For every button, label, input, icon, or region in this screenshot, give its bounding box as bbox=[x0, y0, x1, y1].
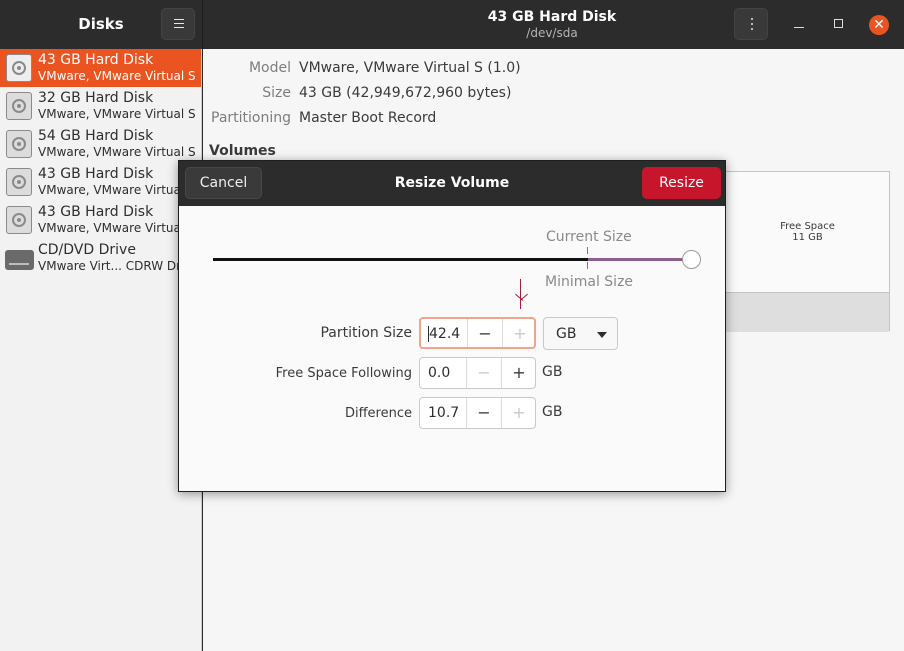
minimal-size-label: Minimal Size bbox=[545, 274, 634, 290]
free-space-segment[interactable]: Free Space 11 GB bbox=[725, 171, 890, 332]
decrease-button[interactable]: − bbox=[466, 398, 501, 428]
minimize-button[interactable] bbox=[790, 15, 808, 33]
drive-item[interactable]: 32 GB Hard Disk VMware, VMware Virtual S bbox=[0, 87, 201, 125]
drive-model: VMware Virt... CDRW Drive bbox=[38, 259, 199, 273]
current-size-tick bbox=[587, 247, 588, 254]
app-menu-button[interactable] bbox=[161, 8, 195, 40]
header-bar: Disks 43 GB Hard Disk /dev/sda ✕ bbox=[0, 0, 904, 49]
hamburger-icon-line bbox=[174, 23, 184, 24]
dialog-header: Cancel Resize Volume Resize bbox=[179, 161, 725, 206]
drive-model: VMware, VMware Virtual S bbox=[38, 145, 196, 159]
volumes-title: Volumes bbox=[209, 143, 276, 159]
drive-model: VMware, VMware Virtual S bbox=[38, 107, 196, 121]
unit-dropdown[interactable]: GB bbox=[543, 317, 618, 350]
optical-drive-icon bbox=[5, 250, 34, 270]
difference-label: Difference bbox=[344, 406, 412, 421]
model-label: Model bbox=[248, 60, 291, 76]
size-slider-fill bbox=[213, 258, 589, 261]
partition-size-label: Partition Size bbox=[320, 325, 412, 341]
free-space-following-spinbutton[interactable]: 0.0 − + bbox=[419, 357, 536, 389]
minimal-size-tick bbox=[587, 262, 588, 269]
drive-name: 43 GB Hard Disk bbox=[38, 52, 154, 68]
size-label: Size bbox=[262, 85, 291, 101]
current-size-label: Current Size bbox=[546, 229, 632, 245]
dialog-title: Resize Volume bbox=[394, 175, 510, 191]
hard-disk-icon bbox=[6, 130, 32, 158]
drive-model: VMware, VMware Virtual S bbox=[38, 69, 196, 83]
drive-name: 43 GB Hard Disk bbox=[38, 166, 154, 182]
down-arrow-icon bbox=[520, 279, 521, 309]
drive-item[interactable]: 43 GB Hard Disk VMware, VMware Virtual S bbox=[0, 49, 201, 87]
dropdown-arrow-icon bbox=[597, 332, 607, 338]
drive-item[interactable]: 54 GB Hard Disk VMware, VMware Virtual S bbox=[0, 125, 201, 163]
hard-disk-icon bbox=[6, 92, 32, 120]
window-subtitle: /dev/sda bbox=[526, 26, 578, 40]
partition-size-spinbutton[interactable]: 42.4 − + bbox=[419, 317, 536, 349]
increase-button[interactable]: + bbox=[501, 358, 536, 388]
maximize-icon bbox=[834, 19, 843, 28]
drive-model: VMware, VMware Virtual S bbox=[38, 221, 196, 235]
drive-list: 43 GB Hard Disk VMware, VMware Virtual S… bbox=[0, 49, 202, 651]
drive-model: VMware, VMware Virtual S bbox=[38, 183, 196, 197]
difference-unit: GB bbox=[542, 404, 563, 420]
unit-selected: GB bbox=[556, 326, 577, 342]
hamburger-icon-line bbox=[174, 27, 184, 28]
hard-disk-icon bbox=[6, 168, 32, 196]
resize-volume-dialog: Cancel Resize Volume Resize Current Size… bbox=[178, 160, 726, 492]
difference-input[interactable]: 10.7 bbox=[428, 405, 459, 421]
size-slider[interactable] bbox=[213, 258, 691, 261]
free-space-following-label: Free Space Following bbox=[275, 366, 412, 381]
decrease-button[interactable]: − bbox=[467, 319, 502, 347]
size-value: 43 GB (42,949,672,960 bytes) bbox=[299, 85, 512, 101]
hard-disk-icon bbox=[6, 54, 32, 82]
resize-button[interactable]: Resize bbox=[642, 167, 721, 199]
cancel-button[interactable]: Cancel bbox=[185, 167, 262, 199]
minimize-icon bbox=[794, 27, 804, 28]
free-space-unit: GB bbox=[542, 364, 563, 380]
drive-item[interactable]: 43 GB Hard Disk VMware, VMware Virtual S bbox=[0, 201, 201, 239]
hard-disk-icon bbox=[6, 206, 32, 234]
partition-size-input[interactable]: 42.4 bbox=[429, 326, 460, 342]
kebab-icon-dot bbox=[751, 23, 753, 25]
maximize-button[interactable] bbox=[830, 15, 848, 33]
drive-item[interactable]: 43 GB Hard Disk VMware, VMware Virtual S bbox=[0, 163, 201, 201]
window-title-block: 43 GB Hard Disk /dev/sda bbox=[430, 9, 674, 40]
hamburger-icon bbox=[174, 19, 184, 20]
partitioning-value: Master Boot Record bbox=[299, 110, 437, 126]
model-value: VMware, VMware Virtual S (1.0) bbox=[299, 60, 521, 76]
window-title: 43 GB Hard Disk bbox=[487, 9, 617, 25]
drive-options-button[interactable] bbox=[734, 8, 768, 40]
close-button[interactable]: ✕ bbox=[869, 15, 889, 35]
difference-spinbutton[interactable]: 10.7 − + bbox=[419, 397, 536, 429]
free-space-following-input[interactable]: 0.0 bbox=[428, 365, 450, 381]
kebab-icon bbox=[751, 18, 753, 20]
kebab-icon-dot bbox=[751, 28, 753, 30]
volume-bar bbox=[726, 292, 889, 332]
free-space-size: 11 GB bbox=[792, 232, 823, 243]
drive-name: CD/DVD Drive bbox=[38, 242, 136, 258]
size-slider-handle[interactable] bbox=[682, 250, 701, 269]
increase-button[interactable]: + bbox=[502, 319, 537, 347]
drive-name: 54 GB Hard Disk bbox=[38, 128, 154, 144]
drive-item[interactable]: CD/DVD Drive VMware Virt... CDRW Drive bbox=[0, 239, 201, 277]
decrease-button[interactable]: − bbox=[466, 358, 501, 388]
header-separator bbox=[202, 0, 203, 49]
free-space-label: Free Space bbox=[780, 221, 835, 232]
drive-name: 32 GB Hard Disk bbox=[38, 90, 154, 106]
drive-name: 43 GB Hard Disk bbox=[38, 204, 154, 220]
increase-button[interactable]: + bbox=[501, 398, 536, 428]
partitioning-label: Partitioning bbox=[211, 110, 291, 126]
